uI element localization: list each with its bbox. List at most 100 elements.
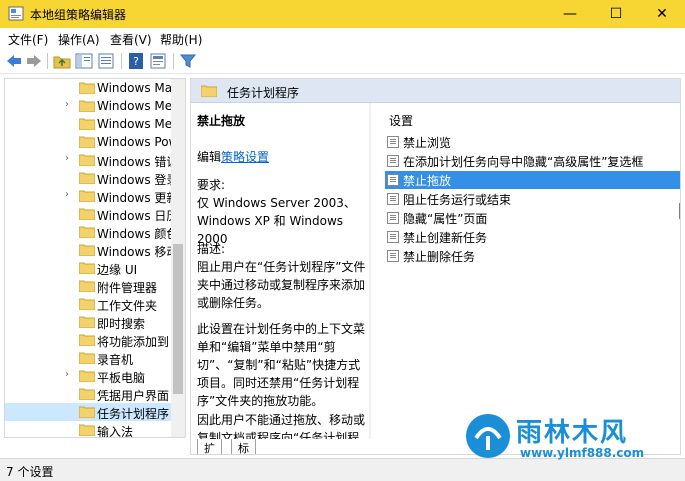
tree-item-label: Windows Pow [97,135,179,149]
watermark-title: 雨林木风 [516,418,629,448]
setting-row[interactable]: 隐藏“属性”页面 [385,209,680,227]
tree-item[interactable]: 任务计划程序 [5,403,173,421]
details-header: 任务计划程序 [191,79,680,103]
filter-icon[interactable] [179,52,197,70]
tree-item[interactable]: 边缘 UI [5,259,173,277]
properties-icon[interactable] [149,52,167,70]
policy-setting-icon [387,250,399,262]
tree-item-label: 平板电脑 [97,371,146,385]
tree-item[interactable]: 即时搜索 [5,313,173,331]
description-text-2: 此设置在计划任务中的上下文菜单和“编辑”菜单中禁用“剪切”、“复制”和“粘贴”快… [197,322,366,408]
setting-label: 禁止删除任务 [403,250,476,264]
tree-item[interactable]: Windows Mai [5,79,175,97]
folder-icon [79,82,95,94]
tree-item[interactable]: › 平板电脑 [5,367,173,385]
close-button[interactable]: ✕ [639,0,685,28]
tree-item[interactable]: Windows Pow [5,133,178,151]
toolbar: ? [0,48,685,74]
expand-arrow-icon[interactable]: › [65,369,69,380]
navigation-tree[interactable]: Windows Mai › Windows Med Windows Mes Window… [4,78,186,438]
tree-item-label: 录音机 [97,353,134,367]
setting-row[interactable]: 禁止删除任务 [385,247,680,265]
setting-row[interactable]: 禁止浏览 [385,133,680,151]
tree-item[interactable]: Windows 移动 [5,241,178,259]
details-pane: 任务计划程序 禁止拖放 编辑策略设置 要求: 仅 Windows Server … [190,78,681,455]
tree-item-label: Windows Med [97,99,180,113]
menu-file[interactable]: 文件(F) [8,31,48,48]
help-icon[interactable]: ? [127,52,145,70]
policy-editor-icon [8,6,24,21]
back-arrow-icon[interactable] [5,52,23,70]
forward-arrow-icon[interactable] [25,52,43,70]
folder-icon [79,424,95,436]
tree-item-label: Windows 登录 [97,173,179,187]
folder-icon [79,100,95,112]
edit-policy-settings-link[interactable]: 策略设置 [221,150,269,164]
tree-item[interactable]: 将功能添加到 W [5,331,185,349]
requirements-label: 要求: [197,178,226,192]
tree-item[interactable]: 附件管理器 [5,277,173,295]
minimize-button[interactable]: — [547,0,593,28]
folder-icon [79,388,95,400]
tree-item-label: Windows 移动 [97,245,179,259]
show-hide-tree-icon[interactable] [75,52,93,70]
tree-item[interactable]: › Windows 错误 [5,151,178,169]
tab-standard[interactable]: 标准 [231,439,256,454]
setting-row[interactable]: 阻止任务运行或结束 [385,190,680,208]
tree-item-label: Windows 更新 [97,191,179,205]
folder-icon [79,136,95,148]
export-list-icon[interactable] [97,52,115,70]
tree-item[interactable]: 录音机 [5,349,173,367]
folder-icon [79,352,95,364]
setting-row[interactable]: 禁止拖放 [385,171,680,189]
policy-description-panel: 禁止拖放 编辑策略设置 要求: 仅 Windows Server 2003、Wi… [191,103,371,439]
toolbar-separator [121,53,122,69]
policy-setting-icon [387,174,399,186]
tree-item[interactable]: Windows 颜色 [5,223,178,241]
menu-bar: 文件(F) 操作(A) 查看(V) 帮助(H) [0,28,685,48]
policy-setting-icon [387,136,399,148]
menu-action[interactable]: 操作(A) [58,31,100,48]
description-text-3: 因此用户不能通过拖放、移动或复制文档或程序向“任务计划程序”文 [197,413,366,439]
tree-item[interactable]: › Windows 更新 [5,187,178,205]
setting-row[interactable]: 禁止创建新任务 [385,228,680,246]
tree-item[interactable]: Windows 日历 [5,205,178,223]
mouse-cursor-icon [679,203,680,220]
tree-item-label: 输入法 [97,425,134,438]
tree-item-label: Windows 颜色 [97,227,179,241]
folder-icon [79,118,95,130]
tree-item[interactable]: 工作文件夹 [5,295,173,313]
setting-row[interactable]: 在添加计划任务向导中隐藏“高级属性”复选框 [385,152,680,170]
policy-setting-icon [387,155,399,167]
folder-icon [79,262,95,274]
edit-prefix: 编辑 [197,150,222,164]
description-scrollbar[interactable] [369,103,371,439]
tree-item[interactable]: 输入法 [5,421,173,438]
folder-icon [79,370,95,382]
setting-label: 禁止拖放 [403,174,452,188]
tree-item[interactable]: Windows Mes [5,115,178,133]
policy-setting-icon [387,193,399,205]
tree-item[interactable]: 凭据用户界面 [5,385,173,403]
expand-arrow-icon[interactable]: › [65,99,69,110]
maximize-button[interactable]: ☐ [593,0,639,28]
folder-icon [79,406,95,418]
tree-scrollbar[interactable] [171,79,185,437]
tree-item-label: Windows Mes [97,117,179,131]
tree-item[interactable]: › Windows Med [5,97,180,115]
tree-item-label: 凭据用户界面 [97,389,170,403]
menu-help[interactable]: 帮助(H) [160,31,202,48]
folder-icon [79,154,95,166]
tree-item[interactable]: Windows 登录 [5,169,178,187]
folder-icon [79,172,95,184]
tab-extended[interactable]: 扩展 [197,439,222,454]
expand-arrow-icon[interactable]: › [65,153,69,164]
up-folder-icon[interactable] [53,52,71,70]
tree-item-label: 边缘 UI [97,263,138,277]
settings-column-header[interactable]: 设置 [389,112,413,129]
tree-scrollbar-thumb[interactable] [173,244,183,394]
edit-policy-line: 编辑策略设置 [197,148,269,165]
folder-icon [79,226,95,238]
expand-arrow-icon[interactable]: › [65,189,69,200]
menu-view[interactable]: 查看(V) [110,31,152,48]
